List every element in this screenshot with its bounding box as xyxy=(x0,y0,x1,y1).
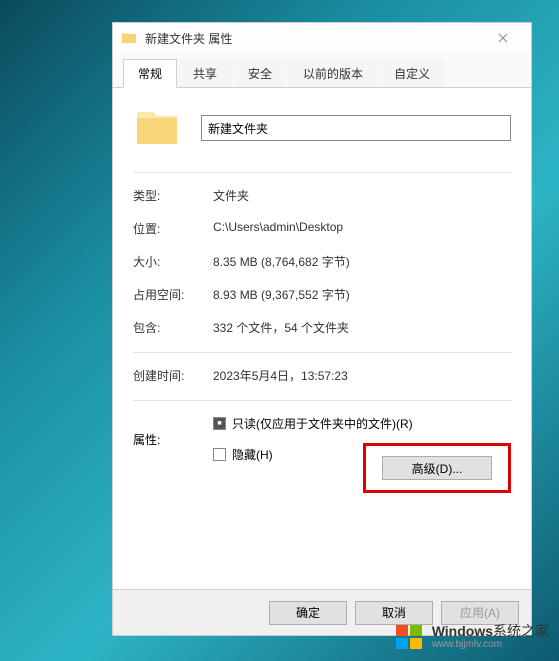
type-label: 类型: xyxy=(133,187,213,204)
tab-general[interactable]: 常规 xyxy=(123,59,177,88)
folder-name-input[interactable] xyxy=(201,115,511,141)
properties-dialog: 新建文件夹 属性 常规 共享 安全 以前的版本 自定义 类型: 文件夹 位置: … xyxy=(112,22,532,636)
titlebar: 新建文件夹 属性 xyxy=(113,23,531,53)
watermark: Windows系统之家 www.bjjmlv.com xyxy=(394,621,549,653)
tabs: 常规 共享 安全 以前的版本 自定义 xyxy=(113,53,531,88)
tab-customize[interactable]: 自定义 xyxy=(379,59,445,87)
size-value: 8.35 MB (8,764,682 字节) xyxy=(213,253,511,270)
info-disk: 占用空间: 8.93 MB (9,367,552 字节) xyxy=(133,286,511,303)
windows-logo-icon xyxy=(394,621,426,653)
created-label: 创建时间: xyxy=(133,367,213,384)
info-size: 大小: 8.35 MB (8,764,682 字节) xyxy=(133,253,511,270)
tab-sharing[interactable]: 共享 xyxy=(178,59,232,87)
info-location: 位置: C:\Users\admin\Desktop xyxy=(133,220,511,237)
location-value: C:\Users\admin\Desktop xyxy=(213,220,511,237)
type-value: 文件夹 xyxy=(213,187,511,204)
readonly-label: 只读(仅应用于文件夹中的文件)(R) xyxy=(232,415,413,432)
advanced-button[interactable]: 高级(D)... xyxy=(382,456,492,480)
size-label: 大小: xyxy=(133,253,213,270)
readonly-checkbox[interactable] xyxy=(213,417,226,430)
ok-button[interactable]: 确定 xyxy=(269,601,347,625)
folder-icon xyxy=(121,30,137,46)
attributes-section: 属性: 只读(仅应用于文件夹中的文件)(R) 隐藏(H) 高级(D)... xyxy=(133,415,511,493)
advanced-highlight: 高级(D)... xyxy=(363,443,511,493)
close-button[interactable] xyxy=(483,24,523,52)
created-value: 2023年5月4日，13:57:23 xyxy=(213,367,511,384)
folder-header xyxy=(133,104,511,152)
content: 类型: 文件夹 位置: C:\Users\admin\Desktop 大小: 8… xyxy=(113,88,531,589)
divider xyxy=(133,400,511,401)
contains-label: 包含: xyxy=(133,319,213,336)
big-folder-icon xyxy=(133,104,181,152)
info-type: 类型: 文件夹 xyxy=(133,187,511,204)
watermark-brand: Windows系统之家 xyxy=(432,624,549,639)
divider xyxy=(133,352,511,353)
divider xyxy=(133,172,511,173)
tab-previous-versions[interactable]: 以前的版本 xyxy=(288,59,378,87)
contains-value: 332 个文件，54 个文件夹 xyxy=(213,319,511,336)
readonly-checkbox-row[interactable]: 只读(仅应用于文件夹中的文件)(R) xyxy=(213,415,413,432)
tab-security[interactable]: 安全 xyxy=(233,59,287,87)
location-label: 位置: xyxy=(133,220,213,237)
watermark-url: www.bjjmlv.com xyxy=(432,639,549,650)
info-contains: 包含: 332 个文件，54 个文件夹 xyxy=(133,319,511,336)
disk-value: 8.93 MB (9,367,552 字节) xyxy=(213,286,511,303)
disk-label: 占用空间: xyxy=(133,286,213,303)
titlebar-title: 新建文件夹 属性 xyxy=(145,30,483,47)
info-created: 创建时间: 2023年5月4日，13:57:23 xyxy=(133,367,511,384)
